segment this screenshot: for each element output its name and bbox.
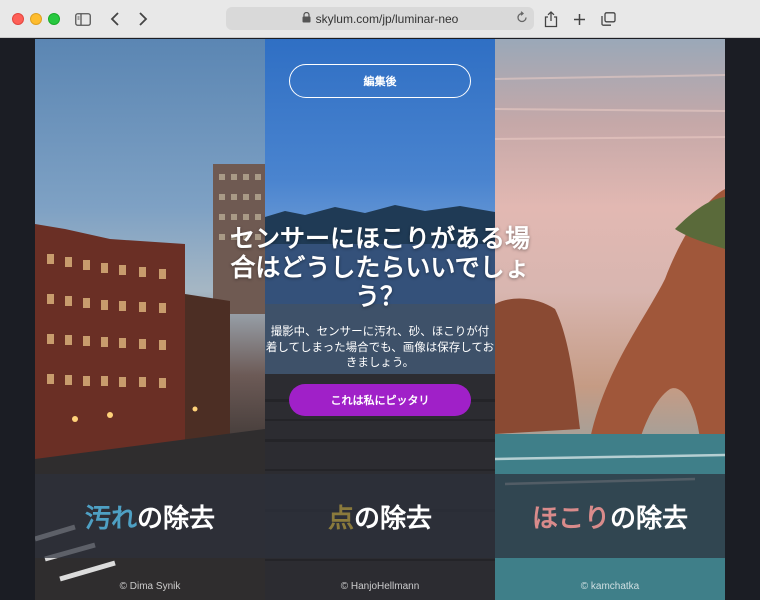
new-tab-button[interactable] bbox=[570, 8, 588, 30]
minimize-window-button[interactable] bbox=[30, 13, 42, 25]
tabs-overview-icon bbox=[600, 12, 616, 26]
label-accent: 汚れ bbox=[84, 503, 137, 534]
dirt-removal-label: 汚れの除去 bbox=[35, 474, 265, 558]
zoom-window-button[interactable] bbox=[48, 13, 60, 25]
lock-icon bbox=[302, 11, 311, 26]
dust-removal-panel: ほこりの除去 © kamchatka bbox=[495, 39, 725, 600]
close-window-button[interactable] bbox=[12, 13, 24, 25]
sidebar-toggle-button[interactable] bbox=[72, 8, 94, 30]
dirt-removal-panel: 汚れの除去 © Dima Synik bbox=[35, 39, 265, 600]
photo-credit: © HanjoHellmann bbox=[340, 581, 420, 592]
browser-toolbar: skylum.com/jp/luminar-neo bbox=[0, 0, 760, 38]
label-rest: の除去 bbox=[354, 503, 433, 534]
spot-removal-label: 点の除去 bbox=[265, 474, 495, 558]
label-rest: の除去 bbox=[610, 503, 689, 534]
after-edit-button[interactable]: 編集後 bbox=[289, 64, 471, 98]
forward-button[interactable] bbox=[134, 8, 152, 30]
cta-button[interactable]: これは私にピッタリ bbox=[289, 384, 471, 416]
web-page: 汚れの除去 © Dima Synik 点の除去 © HanjoHellmann bbox=[0, 39, 760, 600]
back-button[interactable] bbox=[106, 8, 124, 30]
dust-removal-label: ほこりの除去 bbox=[495, 474, 725, 558]
share-button[interactable] bbox=[542, 8, 560, 30]
chevron-left-icon bbox=[110, 12, 119, 26]
hero-subtext: 撮影中、センサーに汚れ、砂、ほこりが付着してしまった場合でも、画像は保存しておき… bbox=[265, 324, 495, 370]
hero-headline: センサーにほこりがある場合はどうしたらいいでしょう？ bbox=[230, 224, 531, 311]
plus-icon bbox=[573, 13, 585, 25]
reload-icon[interactable] bbox=[516, 11, 528, 27]
share-icon bbox=[544, 10, 558, 27]
tab-overview-button[interactable] bbox=[598, 8, 618, 30]
chevron-right-icon bbox=[139, 12, 148, 26]
sidebar-icon bbox=[75, 12, 91, 26]
photo-credit: © Dima Synik bbox=[119, 581, 181, 592]
address-url: skylum.com/jp/luminar-neo bbox=[315, 11, 459, 26]
label-accent: 点 bbox=[327, 503, 354, 534]
spot-removal-panel: 点の除去 © HanjoHellmann bbox=[265, 39, 495, 600]
label-accent: ほこり bbox=[531, 503, 610, 534]
photo-credit: © kamchatka bbox=[580, 581, 640, 592]
label-rest: の除去 bbox=[137, 503, 216, 534]
address-bar[interactable]: skylum.com/jp/luminar-neo bbox=[226, 7, 534, 30]
